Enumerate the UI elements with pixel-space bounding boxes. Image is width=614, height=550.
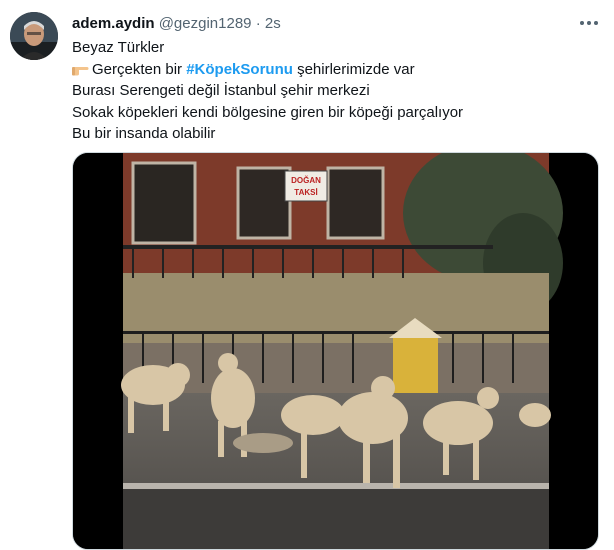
- tweet-line-4: Sokak köpekleri kendi bölgesine giren bi…: [72, 103, 464, 121]
- tweet[interactable]: adem.aydin @gezgin1289 · 2s Beyaz Türkle…: [0, 0, 614, 550]
- tweet-line-3: Burası Serengeti değil İstanbul şehir me…: [72, 82, 370, 99]
- tweet-line-2-tail: şehirlerimizde var: [292, 60, 415, 78]
- avatar[interactable]: [10, 12, 58, 60]
- avatar-photo: [10, 12, 58, 60]
- video-player[interactable]: DOĞAN TAKSİ: [72, 152, 599, 550]
- pointing-hand-emoji-icon: [72, 61, 89, 75]
- more-horizontal-icon[interactable]: [578, 14, 600, 32]
- tweet-header: adem.aydin @gezgin1289 · 2s: [72, 14, 281, 34]
- author-name[interactable]: adem.aydin: [72, 15, 155, 32]
- video-frame: DOĞAN TAKSİ: [73, 153, 598, 549]
- tweet-line-2-text: Gerçekten bir: [92, 60, 187, 78]
- tweet-line-5: Bu bir insanda olabilir: [72, 125, 216, 142]
- timestamp[interactable]: 2s: [265, 15, 281, 32]
- sign-text-2: TAKSİ: [294, 188, 317, 197]
- tweet-line-1: Beyaz Türkler: [72, 39, 165, 56]
- hashtag-link[interactable]: #KöpekSorunu: [186, 61, 293, 78]
- author-handle[interactable]: @gezgin1289: [159, 15, 252, 32]
- tweet-text: Beyaz Türkler Gerçekten bir #KöpekSorunu…: [72, 37, 592, 145]
- sign-text-1: DOĞAN: [291, 176, 321, 185]
- header-separator: ·: [255, 15, 261, 32]
- tweet-line-2: Gerçekten bir #KöpekSorunu şehirlerimizd…: [72, 59, 592, 81]
